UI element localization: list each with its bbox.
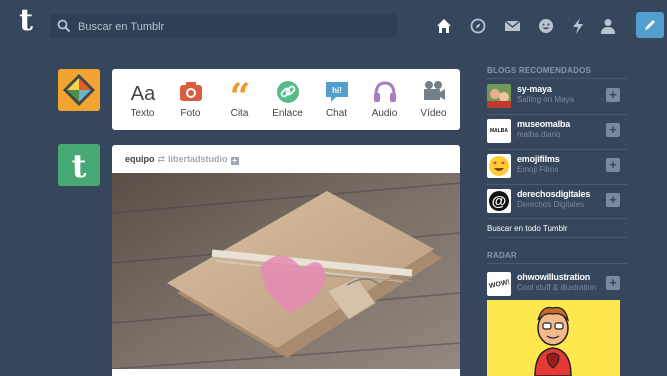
chat-icon: hi! bbox=[326, 82, 348, 102]
blog-subtitle: Emoji Films bbox=[517, 165, 559, 174]
follow-button[interactable]: + bbox=[606, 276, 620, 290]
divider bbox=[487, 184, 627, 185]
radar-blog[interactable]: WOW! ohwowillustration Cool stuff & illu… bbox=[487, 270, 627, 303]
divider bbox=[487, 218, 627, 219]
post-header: equipo ⇄ libertadstudio + bbox=[125, 154, 239, 165]
post-type-audio[interactable]: Audio bbox=[360, 69, 409, 130]
follow-button[interactable]: + bbox=[606, 88, 620, 102]
text-icon: Aa bbox=[131, 83, 156, 105]
svg-text:@: @ bbox=[492, 193, 507, 210]
divider bbox=[487, 263, 627, 264]
tumblr-t-icon: t bbox=[58, 144, 100, 186]
user-avatar-image bbox=[58, 69, 100, 111]
link-icon bbox=[277, 81, 299, 103]
pencil-icon bbox=[645, 20, 655, 30]
explore-button[interactable] bbox=[466, 14, 490, 38]
mail-icon bbox=[504, 20, 520, 31]
post-photo[interactable] bbox=[112, 173, 460, 369]
divider bbox=[487, 237, 627, 238]
search-box[interactable] bbox=[50, 14, 397, 38]
activity-icon bbox=[539, 19, 553, 33]
recommended-blog[interactable]: emojifilms Emoji Films + bbox=[487, 152, 627, 185]
post-type-chat[interactable]: hi! Chat bbox=[312, 69, 361, 130]
post-type-label: Vídeo bbox=[420, 108, 447, 119]
post-author[interactable]: equipo bbox=[125, 154, 155, 164]
blog-subtitle: Sailing on Maya bbox=[517, 95, 574, 104]
quote-icon: “ bbox=[230, 79, 251, 105]
svg-text:Aa: Aa bbox=[131, 83, 156, 105]
blog-subtitle: Cool stuff & illustration bbox=[517, 283, 597, 292]
post-type-label: Chat bbox=[325, 108, 348, 119]
post-type-bar: Aa Texto Foto “ Cita Enlace hi! Chat Aud… bbox=[112, 69, 460, 130]
follow-button[interactable]: + bbox=[606, 123, 620, 137]
follow-button[interactable]: + bbox=[606, 158, 620, 172]
lightning-button[interactable] bbox=[566, 14, 590, 38]
post-type-photo[interactable]: Foto bbox=[166, 69, 215, 130]
post-type-label: Audio bbox=[371, 108, 398, 119]
divider bbox=[487, 114, 627, 115]
home-icon bbox=[437, 19, 451, 33]
recommended-blog[interactable]: @ derechosdigitales Derechos Digitales + bbox=[487, 187, 627, 220]
svg-text:t: t bbox=[72, 147, 87, 185]
blog-avatar-text: MALBA bbox=[489, 128, 509, 134]
messages-button[interactable] bbox=[500, 14, 524, 38]
blog-avatar-text: WOW! bbox=[488, 278, 510, 290]
blog-subtitle: Derechos Digitales bbox=[517, 200, 585, 209]
divider bbox=[487, 149, 627, 150]
post-type-label: Cita bbox=[230, 108, 249, 119]
account-button[interactable] bbox=[596, 14, 620, 38]
headphones-icon bbox=[374, 81, 396, 102]
radar-post-image[interactable] bbox=[487, 300, 620, 376]
post-card: equipo ⇄ libertadstudio + bbox=[112, 145, 460, 376]
blog-avatar: MALBA bbox=[487, 119, 511, 143]
home-button[interactable] bbox=[432, 14, 456, 38]
search-icon bbox=[57, 19, 71, 33]
blog-name[interactable]: emojifilms bbox=[517, 154, 560, 164]
user-avatar[interactable] bbox=[58, 69, 100, 111]
post-type-text[interactable]: Aa Texto bbox=[118, 69, 167, 130]
post-type-label: Foto bbox=[180, 108, 201, 119]
post-type-video[interactable]: Vídeo bbox=[409, 69, 458, 130]
follow-plus-icon[interactable]: + bbox=[230, 157, 239, 165]
blog-name[interactable]: derechosdigitales bbox=[517, 189, 590, 199]
compose-button[interactable] bbox=[636, 12, 664, 38]
radar-title: RADAR bbox=[487, 251, 517, 260]
search-input[interactable] bbox=[76, 16, 390, 38]
blog-name[interactable]: sy-maya bbox=[517, 84, 552, 94]
blog-avatar: @ bbox=[487, 189, 511, 213]
blog-name[interactable]: ohwowillustration bbox=[517, 272, 590, 282]
explore-icon bbox=[470, 18, 486, 34]
divider bbox=[487, 78, 627, 79]
lightning-icon bbox=[573, 18, 583, 34]
post-type-label: Texto bbox=[130, 108, 155, 119]
blog-name[interactable]: museomalba bbox=[517, 119, 570, 129]
post-source[interactable]: libertadstudio bbox=[168, 154, 228, 164]
post-type-quote[interactable]: “ Cita bbox=[215, 69, 264, 130]
recommended-blogs-title: BLOGS RECOMENDADOS bbox=[487, 66, 592, 75]
camera-icon bbox=[180, 82, 202, 101]
blog-avatar-equipo[interactable]: t bbox=[58, 144, 100, 186]
recommended-blog[interactable]: sy-maya Sailing on Maya + bbox=[487, 82, 627, 115]
reblog-icon: ⇄ bbox=[157, 154, 166, 164]
activity-button[interactable] bbox=[534, 14, 558, 38]
svg-text:hi!: hi! bbox=[332, 86, 342, 95]
svg-text:“: “ bbox=[230, 79, 251, 105]
post-type-label: Enlace bbox=[272, 108, 303, 119]
post-type-link[interactable]: Enlace bbox=[263, 69, 312, 130]
blog-subtitle: malba.diario bbox=[517, 130, 561, 139]
top-bar: t bbox=[0, 0, 667, 44]
tumblr-logo[interactable]: t bbox=[12, 6, 40, 36]
account-icon bbox=[601, 19, 615, 34]
video-camera-icon bbox=[424, 81, 445, 100]
blog-avatar: WOW! bbox=[487, 272, 511, 296]
radar-illustration bbox=[487, 300, 620, 376]
blog-avatar bbox=[487, 154, 511, 178]
recommended-blog[interactable]: MALBA museomalba malba.diario + bbox=[487, 117, 627, 150]
blog-avatar bbox=[487, 84, 511, 108]
follow-button[interactable]: + bbox=[606, 193, 620, 207]
search-all-tumblr-link[interactable]: Buscar en todo Tumblr bbox=[487, 224, 567, 233]
